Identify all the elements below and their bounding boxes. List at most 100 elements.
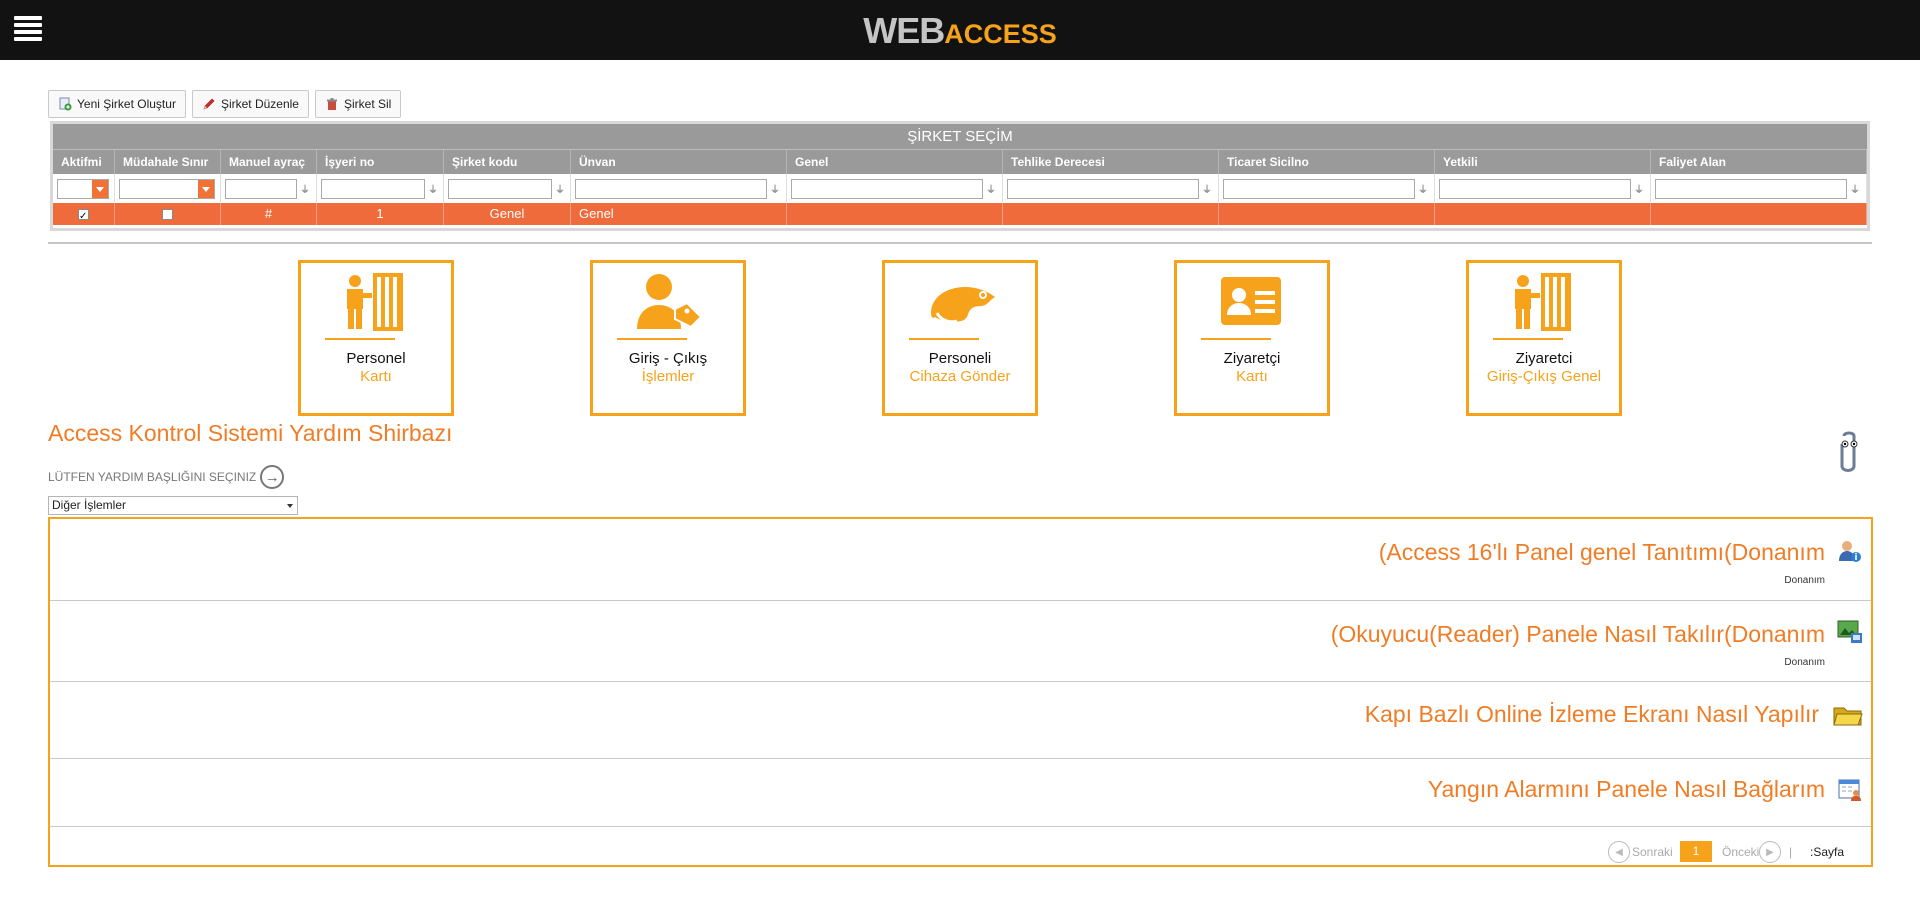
grid-title: ŞİRKET SEÇİM — [53, 124, 1867, 149]
door-person-icon — [347, 273, 403, 331]
new-company-button[interactable]: Yeni Şirket Oluştur — [48, 90, 186, 118]
id-card-icon — [1221, 277, 1281, 325]
mudahale-checkbox[interactable] — [162, 209, 173, 221]
filter-icon[interactable]: ⏚ — [300, 181, 310, 196]
filter-icon[interactable]: ⏚ — [1202, 181, 1212, 196]
col-manuel[interactable]: Manuel ayraç — [221, 150, 317, 174]
trash-icon — [326, 98, 337, 110]
filter-unvan-input[interactable] — [575, 178, 767, 199]
help-wizard-title: Access Kontrol Sistemi Yardım Shirbazı — [48, 420, 453, 446]
help-subtitle: LÜTFEN YARDIM BAŞLIĞINI SEÇINIZ → — [48, 465, 285, 489]
pager-prev-icon[interactable]: ▶ — [1759, 841, 1781, 863]
help-subtitle-text: LÜTFEN YARDIM BAŞLIĞINI SEÇINIZ — [48, 470, 257, 484]
app-logo: WEBACCESS — [0, 10, 1920, 52]
help-item-category: Donanım — [1784, 657, 1825, 668]
cell-yetkili — [1435, 203, 1651, 225]
list-item[interactable]: Kapı Bazlı Online İzleme Ekranı Nasıl Ya… — [50, 682, 1871, 759]
pager-next-icon[interactable]: ◀ — [1608, 841, 1630, 863]
edit-company-label: Şirket Düzenle — [220, 97, 299, 111]
list-item[interactable]: (Okuyucu(Reader) Panele Nasıl Takılır(Do… — [50, 601, 1871, 682]
pager-current-page[interactable]: 1 — [1680, 841, 1712, 862]
list-item[interactable]: Yangın Alarmını Panele Nasıl Bağlarım — [50, 759, 1871, 827]
arrow-right-icon[interactable]: → — [260, 465, 285, 489]
folder-open-icon — [1833, 707, 1863, 726]
tile-line1: Giriş - Çıkış — [628, 350, 708, 367]
tile-line2: İşlemler — [641, 368, 695, 385]
cell-isyeri: 1 — [317, 203, 444, 225]
col-tehlike[interactable]: Tehlike Derecesi — [1003, 150, 1219, 174]
col-yetkili[interactable]: Yetkili — [1435, 150, 1651, 174]
col-mudahale[interactable]: Müdahale Sınır — [115, 150, 221, 174]
tile-ziyaretci-giris-cikis[interactable]: Ziyaretci Giriş-Çıkış Genel — [1466, 260, 1622, 416]
filter-icon[interactable]: ⏚ — [1418, 181, 1428, 196]
aktif-checkbox[interactable] — [78, 206, 89, 228]
company-grid: ŞİRKET SEÇİM Aktifmi Müdahale Sınır Manu… — [50, 121, 1870, 231]
new-company-label: Yeni Şirket Oluştur — [77, 97, 176, 111]
filter-icon[interactable]: ⏚ — [770, 181, 780, 196]
tile-line1: Ziyaretci — [1515, 350, 1573, 367]
col-genel[interactable]: Genel — [787, 150, 1003, 174]
filter-manuel-input[interactable] — [225, 178, 297, 199]
pager-separator: | — [1789, 845, 1793, 859]
cell-unvan: Genel — [571, 203, 787, 225]
tile-personeli-cihaza[interactable]: Personeli Cihaza Gönder — [882, 260, 1038, 416]
calendar-user-icon — [1838, 779, 1861, 801]
grid-filter-row: ⏚ ⏚ ⏚ ⏚ ⏚ ⏚ ⏚ ⏚ ⏚ — [53, 174, 1867, 203]
filter-icon[interactable]: ⏚ — [428, 181, 438, 196]
door-person-icon — [1515, 273, 1571, 331]
add-document-icon — [59, 97, 72, 111]
filter-icon[interactable]: ⏚ — [1850, 181, 1860, 196]
filter-yetkili-input[interactable] — [1439, 178, 1631, 199]
pager-next[interactable]: Sonraki — [1632, 845, 1673, 859]
tile-personel-karti[interactable]: Personel Kartı — [298, 260, 454, 416]
filter-mudahale-select[interactable] — [119, 178, 215, 199]
top-bar: WEBACCESS — [0, 0, 1920, 60]
col-faliyet[interactable]: Faliyet Alan — [1651, 150, 1867, 174]
filter-faliyet-input[interactable] — [1655, 178, 1847, 199]
tile-line2: Cihaza Gönder — [909, 368, 1011, 385]
pencil-icon — [203, 98, 215, 110]
cell-manuel: # — [221, 203, 317, 225]
tile-line1: Ziyaretçi — [1223, 350, 1281, 367]
edit-company-button[interactable]: Şirket Düzenle — [191, 90, 309, 118]
filter-genel-input[interactable] — [791, 178, 983, 199]
filter-icon[interactable]: ⏚ — [1634, 181, 1644, 196]
filter-icon[interactable]: ⏚ — [555, 181, 565, 196]
chevron-down-icon — [287, 504, 293, 508]
cell-kod: Genel — [444, 203, 571, 225]
help-topic-select[interactable]: Diğer İşlemler — [48, 496, 298, 515]
col-ticaret[interactable]: Ticaret Sicilno — [1219, 150, 1435, 174]
delete-company-label: Şirket Sil — [343, 97, 392, 111]
delete-company-button[interactable]: Şirket Sil — [314, 90, 402, 118]
pagination: ◀ Sonraki 1 Önceki ▶ | :Sayfa — [50, 829, 1871, 865]
help-list-panel: (Access 16'lı Panel genel Tanıtımı(Donan… — [48, 517, 1873, 867]
chameleon-icon — [931, 287, 995, 324]
filter-isyeri-input[interactable] — [321, 178, 425, 199]
filter-kod-input[interactable] — [448, 178, 552, 199]
col-kod[interactable]: Şirket kodu — [444, 150, 571, 174]
grid-header-row: Aktifmi Müdahale Sınır Manuel ayraç İşye… — [53, 149, 1867, 174]
cell-ticaret — [1219, 203, 1435, 225]
tile-ziyaretci-karti[interactable]: Ziyaretçi Kartı — [1174, 260, 1330, 416]
help-topic-value: Diğer İşlemler — [52, 498, 127, 512]
col-isyeri[interactable]: İşyeri no — [317, 150, 444, 174]
cell-tehlike — [1003, 203, 1219, 225]
table-row[interactable]: # 1 Genel Genel — [53, 203, 1867, 228]
help-item-category: Donanım — [1784, 575, 1825, 586]
filter-aktifmi-select[interactable] — [57, 178, 109, 199]
paperclip-assistant-icon[interactable] — [1834, 430, 1864, 478]
filter-icon[interactable]: ⏚ — [986, 181, 996, 196]
user-info-icon — [1839, 541, 1861, 562]
filter-ticaret-input[interactable] — [1223, 178, 1415, 199]
pager-prev[interactable]: Önceki — [1722, 845, 1759, 859]
tile-giris-cikis[interactable]: Giriş - Çıkış İşlemler — [590, 260, 746, 416]
filter-tehlike-input[interactable] — [1007, 178, 1199, 199]
logo-access: ACCESS — [944, 19, 1057, 49]
col-aktifmi[interactable]: Aktifmi — [53, 150, 115, 174]
list-item[interactable]: (Access 16'lı Panel genel Tanıtımı(Donan… — [50, 519, 1871, 601]
col-unvan[interactable]: Ünvan — [571, 150, 787, 174]
person-tag-icon — [637, 274, 703, 329]
pager-label: :Sayfa — [1810, 845, 1845, 859]
tile-line1: Personeli — [928, 350, 992, 367]
help-item-title: Yangın Alarmını Panele Nasıl Bağlarım — [1427, 776, 1825, 802]
